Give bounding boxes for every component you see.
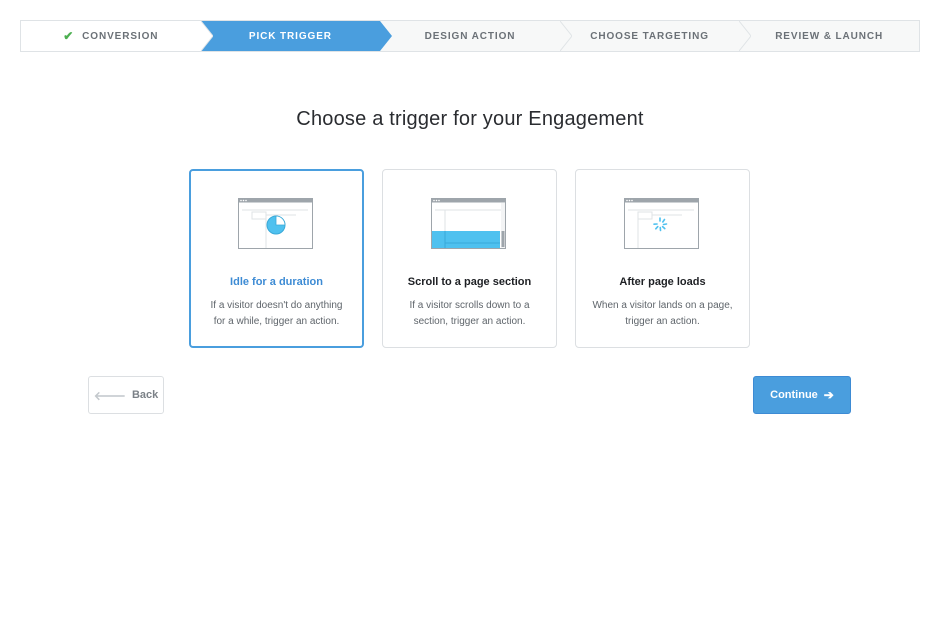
- progress-stepper: ✔ CONVERSION PICK TRIGGER DESIGN ACTION …: [20, 20, 920, 52]
- trigger-card-page-load[interactable]: After page loads When a visitor lands on…: [575, 169, 750, 348]
- page-loading-icon: [624, 198, 699, 249]
- step-separator-icon: [559, 21, 572, 51]
- card-description: If a visitor scrolls down to a section, …: [409, 300, 530, 327]
- continue-button-label: Continue: [770, 389, 818, 401]
- step-review-launch[interactable]: REVIEW & LAUNCH: [739, 21, 919, 51]
- step-label: CONVERSION: [82, 30, 159, 42]
- scroll-page-icon: [431, 198, 506, 249]
- step-label: DESIGN ACTION: [424, 30, 516, 42]
- step-design-action[interactable]: DESIGN ACTION: [380, 21, 572, 51]
- checkmark-icon: ✔: [63, 29, 75, 43]
- step-separator-icon: [200, 21, 213, 51]
- step-separator-icon: [380, 21, 393, 51]
- arrow-left-icon: 🡐: [93, 388, 126, 403]
- back-button-label: Back: [131, 389, 159, 401]
- continue-button[interactable]: Continue ➔: [753, 376, 851, 414]
- card-description: When a visitor lands on a page, trigger …: [592, 300, 733, 327]
- step-choose-targeting[interactable]: CHOOSE TARGETING: [560, 21, 752, 51]
- trigger-card-scroll[interactable]: Scroll to a page section If a visitor sc…: [382, 169, 557, 348]
- card-title: After page loads: [619, 276, 706, 288]
- card-title: Idle for a duration: [230, 276, 323, 288]
- step-pick-trigger[interactable]: PICK TRIGGER: [200, 21, 393, 51]
- arrow-right-icon: ➔: [823, 388, 834, 402]
- step-conversion[interactable]: ✔ CONVERSION: [21, 21, 213, 51]
- step-label: PICK TRIGGER: [248, 30, 332, 42]
- card-title: Scroll to a page section: [407, 276, 532, 288]
- back-button[interactable]: 🡐 Back: [88, 376, 164, 414]
- step-label: CHOOSE TARGETING: [590, 30, 709, 42]
- step-label: REVIEW & LAUNCH: [775, 30, 884, 42]
- card-description: If a visitor doesn't do anything for a w…: [210, 300, 343, 327]
- step-separator-icon: [739, 21, 752, 51]
- idle-timer-icon: [238, 198, 313, 249]
- page-title: Choose a trigger for your Engagement: [296, 108, 644, 130]
- trigger-card-idle[interactable]: Idle for a duration If a visitor doesn't…: [189, 169, 364, 348]
